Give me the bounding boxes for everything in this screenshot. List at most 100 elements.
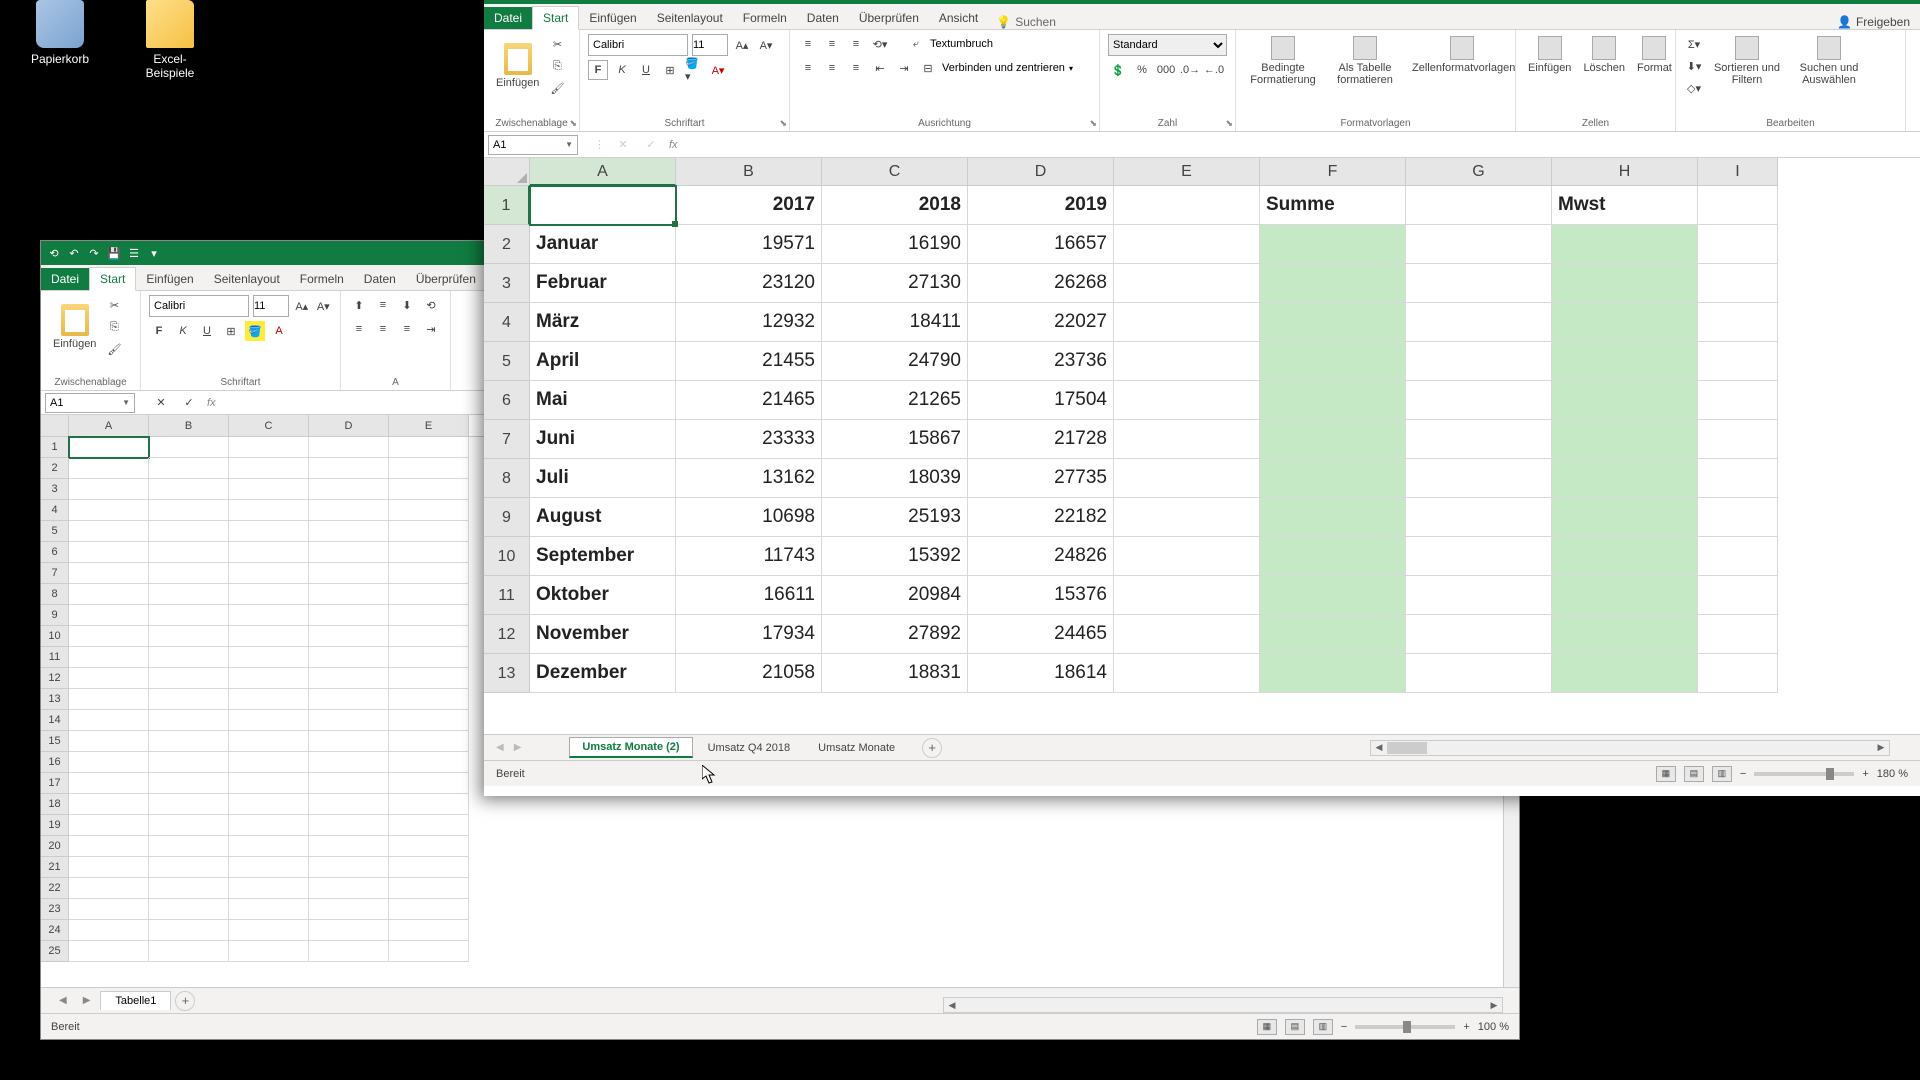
scroll-left-icon[interactable]: ◀ [944,1000,960,1011]
row-header[interactable]: 3 [41,479,69,500]
cell[interactable] [229,773,309,794]
underline-button[interactable]: U [636,60,656,80]
accounting-icon[interactable]: 💲 [1108,60,1128,80]
cell[interactable] [229,710,309,731]
desktop-icon-folder[interactable]: Excel-Beispiele [130,0,210,80]
cell[interactable] [1552,303,1698,342]
decrease-font-icon[interactable]: A▾ [315,296,333,316]
cell[interactable] [229,752,309,773]
cell[interactable] [1260,498,1406,537]
cell[interactable]: 21265 [822,381,968,420]
align-bottom-icon[interactable]: ≡ [846,34,866,54]
row-header[interactable]: 18 [41,794,69,815]
cell[interactable] [149,689,229,710]
cell[interactable] [1406,381,1552,420]
indent-icon[interactable]: ⇥ [421,319,441,339]
wrap-text-icon[interactable]: ⤶ [906,34,926,54]
format-painter-icon[interactable]: 🖌 [547,78,567,98]
cell[interactable] [149,605,229,626]
cell[interactable] [1698,303,1778,342]
row-header[interactable]: 5 [484,342,530,381]
cell[interactable]: 21455 [676,342,822,381]
cell[interactable] [389,626,469,647]
col-header-c[interactable]: C [229,415,309,436]
cell[interactable] [1406,654,1552,693]
share-button[interactable]: 👤 Freigeben [1827,15,1920,29]
fill-color-icon[interactable]: 🪣 [245,321,265,341]
col-header-e[interactable]: E [389,415,469,436]
cell[interactable] [1114,537,1260,576]
cell[interactable] [309,521,389,542]
cell[interactable]: 18411 [822,303,968,342]
cell[interactable] [229,479,309,500]
cell[interactable] [69,458,149,479]
cell[interactable] [149,941,229,962]
cell[interactable] [1406,498,1552,537]
accept-formula-icon[interactable]: ✓ [641,135,661,155]
tab-pagelayout[interactable]: Seitenlayout [647,7,733,29]
cell[interactable]: 17504 [968,381,1114,420]
cell[interactable] [229,668,309,689]
fill-icon[interactable]: ⬇▾ [1684,56,1704,76]
cell[interactable] [149,836,229,857]
cell[interactable] [1114,342,1260,381]
cell[interactable]: 20984 [822,576,968,615]
cell[interactable]: 21058 [676,654,822,693]
cell[interactable] [69,479,149,500]
tab-view[interactable]: Ansicht [929,7,988,29]
cell[interactable] [149,815,229,836]
cell[interactable] [69,584,149,605]
front-grid[interactable]: A B C D E F G H I 1 2017 2018 2019 Summe… [484,158,1920,734]
cell[interactable]: 19571 [676,225,822,264]
cell[interactable] [1552,225,1698,264]
col-header-g[interactable]: G [1406,158,1552,186]
cell[interactable] [69,794,149,815]
col-header-a[interactable]: A [530,158,676,186]
cell[interactable] [69,857,149,878]
copy-icon[interactable]: ⎘ [547,56,567,76]
col-header-i[interactable]: I [1698,158,1778,186]
scroll-left-icon[interactable]: ◀ [1371,742,1387,753]
cut-icon[interactable]: ✂ [547,34,567,54]
tab-formulas[interactable]: Formeln [290,268,354,290]
cell[interactable] [69,752,149,773]
cell[interactable] [1406,420,1552,459]
row-header[interactable]: 13 [484,654,530,693]
cell[interactable] [149,626,229,647]
cell[interactable] [1552,537,1698,576]
cell[interactable]: Oktober [530,576,676,615]
fill-color-icon[interactable]: 🪣▾ [684,60,704,80]
cell[interactable] [309,878,389,899]
search-box[interactable]: 💡 Suchen [988,15,1064,29]
cell[interactable]: 22027 [968,303,1114,342]
fx-icon[interactable]: fx [207,397,216,409]
cell[interactable] [309,605,389,626]
row-header[interactable]: 2 [41,458,69,479]
cell[interactable] [69,710,149,731]
sort-filter-button[interactable]: Sortieren und Filtern [1708,34,1786,88]
cell[interactable] [389,920,469,941]
cell[interactable] [149,437,229,458]
zoom-in-icon[interactable]: + [1463,1021,1469,1033]
copy-icon[interactable]: ⎘ [104,317,124,337]
page-layout-view-icon[interactable]: ▤ [1684,766,1704,782]
cell[interactable] [69,563,149,584]
bold-button[interactable]: F [588,60,608,80]
cell[interactable] [309,941,389,962]
cell[interactable] [229,437,309,458]
cell[interactable]: 23736 [968,342,1114,381]
increase-font-icon[interactable]: A▴ [293,296,311,316]
name-box[interactable]: A1 ▼ [488,135,578,155]
row-header[interactable]: 6 [484,381,530,420]
tab-data[interactable]: Daten [797,7,849,29]
cell[interactable] [389,794,469,815]
horizontal-scrollbar[interactable]: ◀ ▶ [943,997,1503,1013]
insert-cells-button[interactable]: Einfügen [1524,34,1575,76]
cell[interactable]: 12932 [676,303,822,342]
add-sheet-button[interactable]: + [175,991,195,1011]
dialog-launcher-icon[interactable]: ⬊ [569,118,577,129]
cell[interactable]: 21728 [968,420,1114,459]
cell[interactable] [1552,342,1698,381]
row-header[interactable]: 22 [41,878,69,899]
cell[interactable] [229,458,309,479]
